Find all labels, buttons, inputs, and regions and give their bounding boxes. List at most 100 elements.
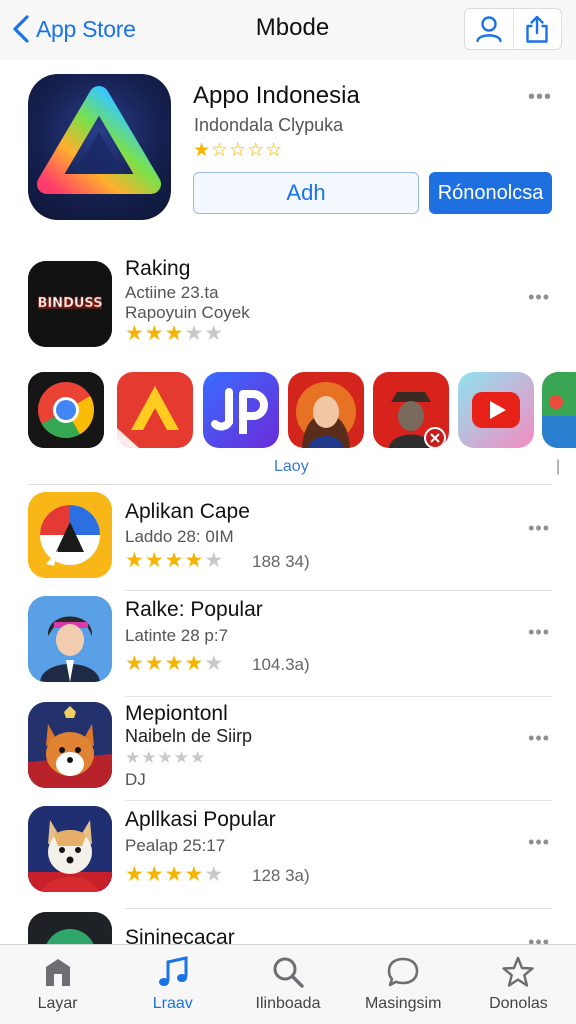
app-subtitle: Laddo 28: 0IM — [125, 527, 234, 546]
rating-stars: ★★★★★ — [125, 322, 225, 345]
featured-rating-stars: ★☆☆☆☆ — [193, 140, 284, 161]
row-divider — [125, 696, 552, 697]
account-button[interactable] — [465, 9, 513, 49]
app-icon — [28, 702, 112, 788]
youtube-app[interactable] — [458, 372, 534, 448]
featured-app-subtitle: Indondala Clypuka — [194, 115, 344, 135]
bottom-tab-bar: Layar Lraav Ilinboada Masingsim Donolas — [0, 944, 576, 1024]
row-divider — [125, 908, 552, 909]
rating-count: 188 34) — [252, 552, 310, 571]
tab-label: Ilinboada — [255, 995, 321, 1012]
list-item[interactable]: Sininecacar ••• — [0, 912, 576, 944]
more-options-icon[interactable]: ••• — [528, 728, 550, 749]
share-icon — [526, 15, 548, 43]
app-subtitle: Actiine 23.ta — [125, 283, 219, 302]
detective-app[interactable] — [373, 372, 449, 448]
portrait-icon — [288, 372, 364, 448]
app-subtitle: Pealap 25:17 — [125, 836, 226, 855]
tab-label: Donolas — [489, 995, 548, 1012]
chrome-app[interactable] — [28, 372, 104, 448]
get-button[interactable]: Adh — [193, 172, 419, 214]
list-item[interactable]: Ralke: Popular Latinte 28 p:7 ★★★★★ 104.… — [0, 596, 576, 696]
portrait-app[interactable] — [288, 372, 364, 448]
row-divider — [125, 800, 552, 801]
green-app-icon — [28, 912, 112, 944]
strip-divider-mark: | — [556, 458, 561, 475]
more-options-icon[interactable]: ••• — [528, 832, 550, 853]
app-extra-label: DJ — [125, 770, 146, 789]
more-options-icon[interactable]: ••• — [528, 932, 550, 944]
prism-triangle-icon — [37, 86, 161, 194]
tab-layar[interactable]: Layar — [0, 945, 115, 1024]
detective-icon — [373, 372, 449, 448]
ranking-app-icon: BINDUSS — [28, 261, 112, 347]
strip-label[interactable]: Laoy — [274, 458, 309, 476]
compass-icon — [28, 492, 112, 578]
more-options-icon[interactable]: ••• — [528, 518, 550, 539]
tab-label: Lraav — [152, 995, 193, 1012]
more-options-icon[interactable]: ••• — [528, 287, 550, 308]
adobe-app[interactable] — [117, 372, 193, 448]
app-name: Sininecacar — [125, 926, 235, 944]
ranking-icon-text: BINDUSS — [37, 296, 102, 311]
list-item[interactable]: Aplikan Cape Laddo 28: 0IM ★★★★★ 188 34)… — [0, 492, 576, 592]
list-item[interactable]: Apllkasi Popular Pealap 25:17 ★★★★★ 128 … — [0, 806, 576, 906]
search-icon — [273, 957, 304, 988]
back-label: App Store — [36, 15, 136, 42]
back-button[interactable]: App Store — [10, 12, 136, 46]
logo-wordmark-icon: BINDUSS — [28, 261, 112, 347]
game-app[interactable] — [542, 372, 576, 448]
app-name: Raking — [125, 257, 191, 280]
more-options-icon[interactable]: ••• — [528, 86, 552, 109]
app-icon — [28, 806, 112, 892]
app-subtitle: Latinte 28 p:7 — [125, 626, 229, 645]
jp-app[interactable] — [203, 372, 279, 448]
chrome-icon — [28, 372, 104, 448]
tab-label: Layar — [37, 995, 78, 1012]
section-divider — [28, 484, 552, 485]
tab-donolas[interactable]: Donolas — [461, 945, 576, 1024]
app-name: Apllkasi Popular — [125, 808, 276, 831]
adobe-icon — [117, 372, 193, 448]
more-options-icon[interactable]: ••• — [528, 622, 550, 643]
tab-lraav[interactable]: Lraav — [115, 945, 230, 1024]
character-portrait-icon — [28, 596, 112, 682]
list-item[interactable]: Mepiontonl Naibeln de Siirp ★★★★★ DJ ••• — [0, 702, 576, 802]
youtube-icon — [458, 372, 534, 448]
jp-icon — [203, 372, 279, 448]
app-name: Aplikan Cape — [125, 500, 250, 523]
app-icon — [28, 912, 112, 944]
app-icon — [28, 492, 112, 578]
chevron-left-icon — [13, 15, 29, 43]
row-divider — [125, 590, 552, 591]
game-icon — [542, 372, 576, 448]
tab-label: Masingsim — [364, 995, 442, 1012]
dog-icon — [28, 806, 112, 892]
star-icon — [502, 956, 535, 987]
featured-app-name: Appo Indonesia — [193, 82, 360, 109]
rating-stars: ★★★★★ — [125, 863, 225, 886]
rating-stars: ★★★★★ — [125, 748, 207, 767]
share-button[interactable] — [512, 9, 562, 49]
app-icon-strip — [28, 372, 576, 448]
nav-actions — [464, 8, 562, 50]
home-icon — [45, 959, 70, 986]
rating-count: 104.3a) — [252, 655, 310, 674]
ranking-row[interactable]: BINDUSS Raking Actiine 23.ta Rapoyuin Co… — [0, 257, 576, 361]
app-name: Mepiontonl — [125, 702, 228, 725]
featured-app-icon[interactable] — [28, 74, 171, 220]
rating-stars: ★★★★★ — [125, 549, 225, 572]
rating-stars: ★★★★★ — [125, 652, 225, 675]
rating-count: 128 3a) — [252, 866, 310, 885]
app-subtitle-2: Rapoyuin Coyek — [125, 303, 250, 322]
app-subtitle: Naibeln de Siirp — [125, 726, 253, 746]
top-navigation-bar: App Store Mbode — [0, 0, 576, 60]
chat-icon — [387, 957, 419, 987]
install-button[interactable]: Rónonolcsa — [429, 172, 552, 214]
app-name: Ralke: Popular — [125, 598, 263, 621]
account-icon — [476, 16, 502, 43]
tab-masingsim[interactable]: Masingsim — [346, 945, 461, 1024]
tab-ilinboada[interactable]: Ilinboada — [230, 945, 345, 1024]
app-icon — [28, 596, 112, 682]
fox-dog-icon — [28, 702, 112, 788]
